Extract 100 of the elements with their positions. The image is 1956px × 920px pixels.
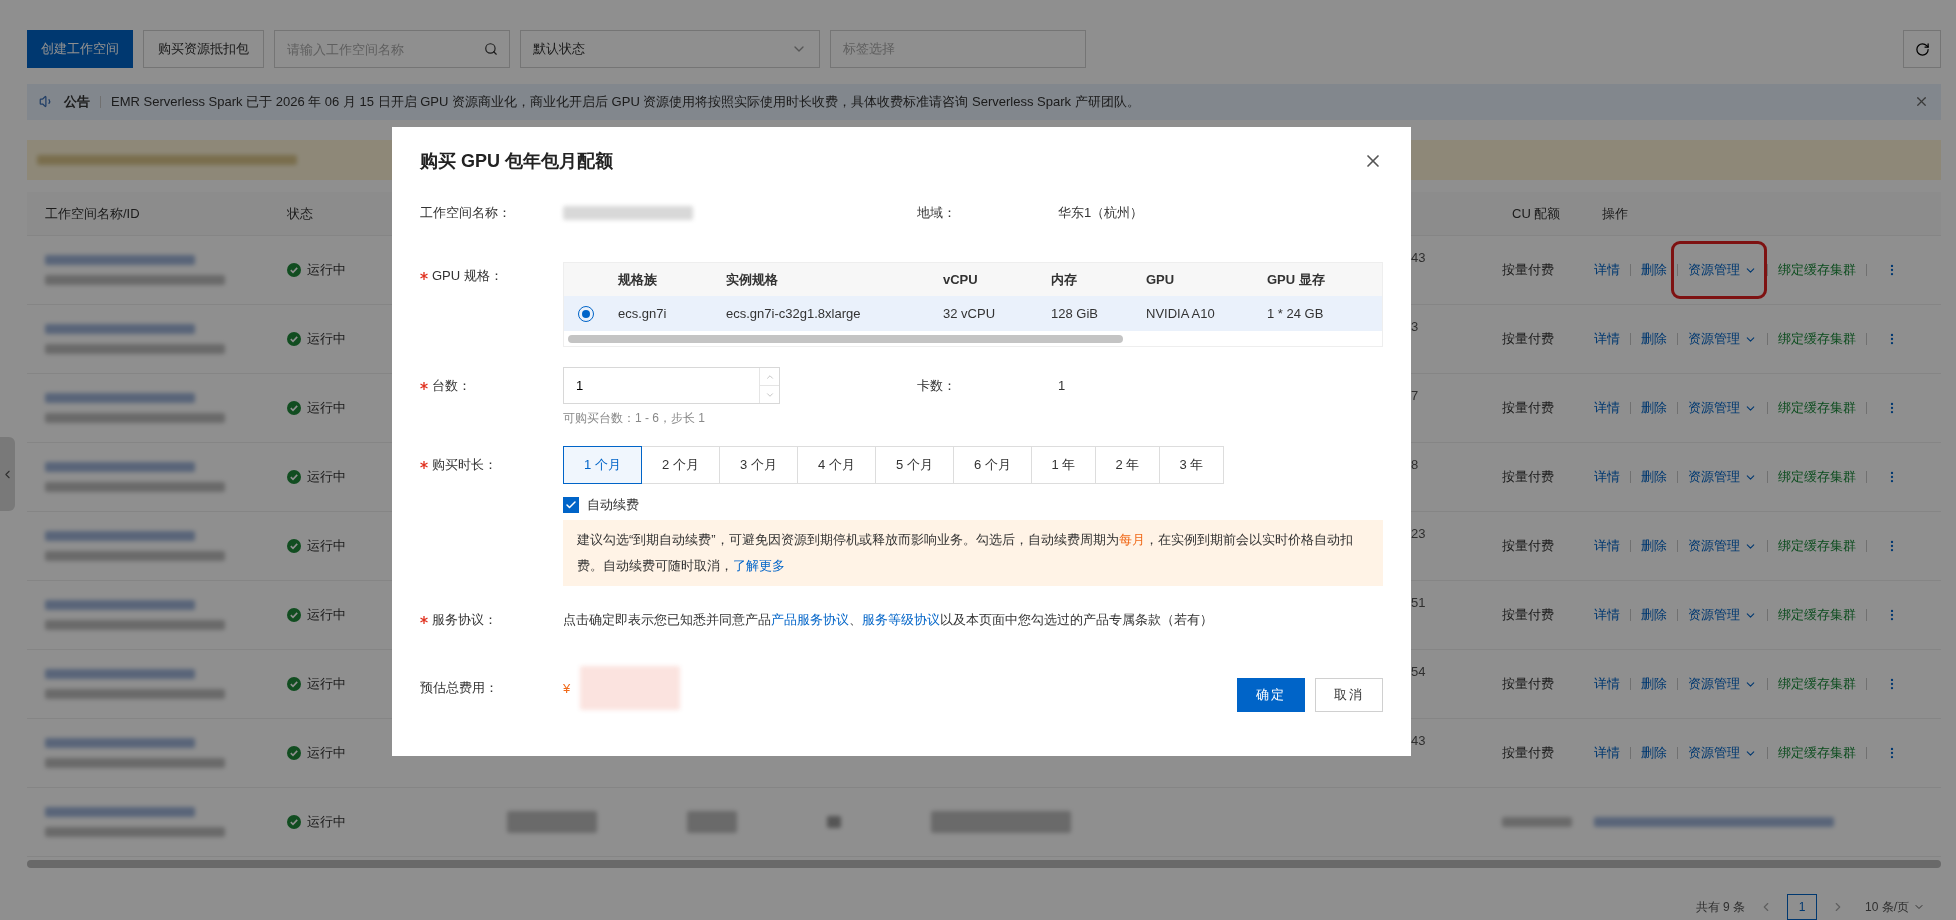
check-circle-icon bbox=[287, 815, 301, 829]
billing-text: 按量付费 bbox=[1502, 330, 1555, 348]
page-button[interactable]: 1 bbox=[1787, 894, 1817, 920]
table-cell-text: 128 GiB bbox=[1051, 306, 1099, 321]
refresh-icon bbox=[1914, 41, 1930, 57]
duration-option[interactable]: 1 年 bbox=[1031, 446, 1096, 484]
resource-menu-link[interactable]: 资源管理 bbox=[1688, 399, 1757, 417]
field-label: 服务协议： bbox=[432, 611, 497, 629]
action-link[interactable]: 删除 bbox=[1641, 675, 1667, 693]
blurred-text bbox=[687, 811, 737, 833]
duration-option[interactable]: 6 个月 bbox=[953, 446, 1032, 484]
spec-row[interactable]: ecs.gn7i ecs.gn7i-c32g1.8xlarge 32 vCPU 128 GiB NVIDIA A10 1 * 24 GB bbox=[564, 296, 1382, 331]
cards-value: 1 bbox=[1058, 376, 1066, 395]
action-link[interactable]: 详情 bbox=[1594, 675, 1620, 693]
total-count: 共有 9 条 bbox=[1695, 898, 1745, 916]
action-link[interactable]: 详情 bbox=[1594, 468, 1620, 486]
status-text: 运行中 bbox=[307, 399, 346, 417]
action-link[interactable]: 删除 bbox=[1641, 261, 1667, 279]
bind-cache-link[interactable]: 绑定缓存集群 bbox=[1778, 261, 1856, 279]
status-text: 运行中 bbox=[307, 330, 346, 348]
buy-package-button[interactable]: 购买资源抵扣包 bbox=[143, 30, 264, 68]
table-cell-text: ecs.gn7i-c32g1.8xlarge bbox=[726, 306, 862, 321]
billing-text: 按量付费 bbox=[1502, 261, 1555, 279]
bind-cache-link[interactable]: 绑定缓存集群 bbox=[1778, 675, 1856, 693]
action-link[interactable]: 删除 bbox=[1641, 537, 1667, 555]
bind-cache-link[interactable]: 绑定缓存集群 bbox=[1778, 399, 1856, 417]
action-link[interactable]: 删除 bbox=[1641, 606, 1667, 624]
action-link[interactable]: 详情 bbox=[1594, 744, 1620, 762]
duration-option[interactable]: 2 个月 bbox=[641, 446, 720, 484]
action-link[interactable]: 详情 bbox=[1594, 606, 1620, 624]
billing-text: 按量付费 bbox=[1502, 606, 1555, 624]
confirm-button[interactable]: 确定 bbox=[1237, 678, 1305, 712]
horizontal-scrollbar[interactable] bbox=[27, 860, 1941, 868]
field-label: 预估总费用： bbox=[420, 679, 498, 697]
duration-option[interactable]: 3 年 bbox=[1159, 446, 1224, 484]
duration-option[interactable]: 2 年 bbox=[1095, 446, 1160, 484]
agreement-link[interactable]: 服务等级协议 bbox=[862, 612, 940, 627]
bind-cache-link[interactable]: 绑定缓存集群 bbox=[1778, 744, 1856, 762]
status-text: 运行中 bbox=[307, 261, 346, 279]
status-text: 运行中 bbox=[307, 468, 346, 486]
status-select[interactable]: 默认状态 bbox=[520, 30, 820, 68]
resource-menu-link[interactable]: 资源管理 bbox=[1688, 468, 1757, 486]
column-header: vCPU bbox=[943, 272, 979, 287]
table-cell-text: 43 bbox=[1410, 250, 1427, 265]
search-icon[interactable] bbox=[484, 42, 498, 56]
collapse-handle[interactable] bbox=[0, 437, 15, 511]
table-cell-text: 7 bbox=[1410, 388, 1420, 403]
check-circle-icon bbox=[287, 332, 301, 346]
billing-text: 按量付费 bbox=[1502, 537, 1555, 555]
dialog-title: 购买 GPU 包年包月配额 bbox=[420, 150, 613, 173]
cancel-button[interactable]: 取消 bbox=[1315, 678, 1383, 712]
bind-cache-link[interactable]: 绑定缓存集群 bbox=[1778, 537, 1856, 555]
duration-option[interactable]: 4 个月 bbox=[797, 446, 876, 484]
agreement-link[interactable]: 产品服务协议 bbox=[771, 612, 849, 627]
check-circle-icon bbox=[287, 608, 301, 622]
resource-menu-link[interactable]: 资源管理 bbox=[1688, 606, 1757, 624]
duration-option[interactable]: 5 个月 bbox=[875, 446, 954, 484]
bind-cache-link[interactable]: 绑定缓存集群 bbox=[1778, 468, 1856, 486]
announcement-label: 公告 bbox=[64, 92, 90, 111]
billing-text: 按量付费 bbox=[1502, 468, 1555, 486]
resource-menu-link[interactable]: 资源管理 bbox=[1688, 330, 1757, 348]
field-label: 地域： bbox=[917, 204, 957, 222]
status-text: 运行中 bbox=[307, 606, 346, 624]
create-workspace-button[interactable]: 创建工作空间 bbox=[27, 30, 133, 68]
action-link[interactable]: 删除 bbox=[1641, 468, 1667, 486]
column-header: GPU 显存 bbox=[1267, 270, 1326, 289]
check-circle-icon bbox=[287, 470, 301, 484]
resource-menu-link[interactable]: 资源管理 bbox=[1688, 675, 1757, 693]
action-link[interactable]: 详情 bbox=[1594, 537, 1620, 555]
duration-option[interactable]: 1 个月 bbox=[563, 446, 642, 484]
field-label: 工作空间名称： bbox=[420, 204, 511, 222]
table-cell-text: 1 * 24 GB bbox=[1267, 306, 1325, 321]
column-header: 规格族 bbox=[618, 270, 658, 289]
field-label: 购买时长： bbox=[432, 456, 497, 474]
learn-more-link[interactable]: 了解更多 bbox=[733, 558, 785, 573]
column-header: CU 配额 bbox=[1511, 204, 1561, 223]
refresh-button[interactable] bbox=[1903, 30, 1941, 68]
billing-text: 按量付费 bbox=[1502, 675, 1555, 693]
action-link[interactable]: 详情 bbox=[1594, 330, 1620, 348]
table-cell-text: ecs.gn7i bbox=[618, 306, 668, 321]
column-header: 操作 bbox=[1601, 204, 1628, 223]
checkbox[interactable] bbox=[563, 497, 579, 513]
action-link[interactable]: 详情 bbox=[1594, 399, 1620, 417]
resource-menu-link[interactable]: 资源管理 bbox=[1688, 261, 1757, 279]
check-circle-icon bbox=[287, 263, 301, 277]
bind-cache-link[interactable]: 绑定缓存集群 bbox=[1778, 606, 1856, 624]
action-link[interactable]: 删除 bbox=[1641, 330, 1667, 348]
table-cell-text: 32 vCPU bbox=[943, 306, 997, 321]
action-link[interactable]: 详情 bbox=[1594, 261, 1620, 279]
duration-option[interactable]: 3 个月 bbox=[719, 446, 798, 484]
table-cell-text: 8 bbox=[1410, 457, 1420, 472]
checkbox-label[interactable]: 自动续费 bbox=[587, 495, 639, 515]
action-link[interactable]: 删除 bbox=[1641, 399, 1667, 417]
resource-menu-link[interactable]: 资源管理 bbox=[1688, 537, 1757, 555]
horizontal-scrollbar[interactable] bbox=[568, 335, 1123, 343]
region-value: 华东1（杭州） bbox=[1058, 204, 1144, 222]
action-link[interactable]: 删除 bbox=[1641, 744, 1667, 762]
page-size-select[interactable]: 10 条/页 bbox=[1859, 894, 1931, 920]
bind-cache-link[interactable]: 绑定缓存集群 bbox=[1778, 330, 1856, 348]
resource-menu-link[interactable]: 资源管理 bbox=[1688, 744, 1757, 762]
